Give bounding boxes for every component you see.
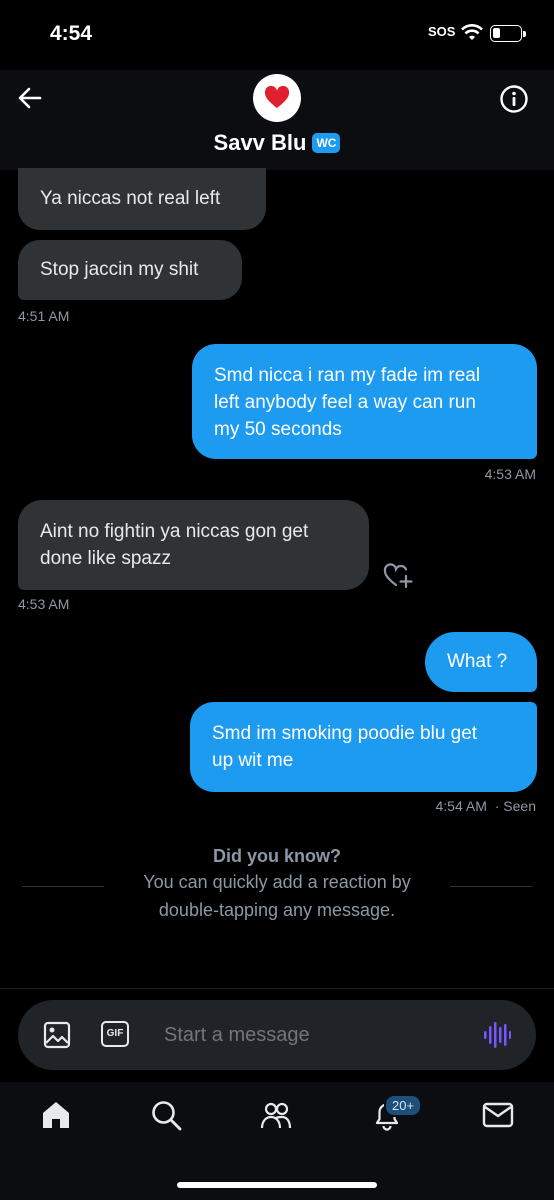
info-icon[interactable] <box>499 84 529 114</box>
status-sos: SOS <box>428 24 456 39</box>
message-text: Ya niccas not real left <box>40 188 221 209</box>
notifications-badge: 20+ <box>384 1094 423 1117</box>
messages-icon[interactable] <box>481 1098 515 1132</box>
search-icon[interactable] <box>149 1098 183 1132</box>
conversation-header: Savv Blu WC <box>0 70 554 170</box>
message-input[interactable]: Start a message <box>164 1020 464 1050</box>
message-text: What ? <box>447 651 508 672</box>
message-bubble-received[interactable]: Stop jaccin my shit <box>18 240 242 300</box>
contact-name-text: Savv Blu <box>213 130 307 155</box>
gif-icon[interactable]: GIF <box>101 1021 129 1047</box>
status-bar: 4:54 SOS <box>0 0 554 70</box>
message-text-line: Smd nicca i ran my fade im real <box>214 365 481 386</box>
tip-text-line: double-tapping any message. <box>158 900 396 920</box>
wifi-icon <box>461 24 483 40</box>
home-indicator <box>177 1182 377 1188</box>
seen-status: · Seen <box>494 798 536 814</box>
contact-name[interactable]: Savv Blu WC <box>0 130 554 156</box>
message-timestamp: 4:54 AM <box>435 798 487 814</box>
battery-icon <box>490 25 526 42</box>
message-bubble-sent[interactable]: Smd nicca i ran my fade im real left any… <box>192 344 537 459</box>
reaction-tip: Did you know? You can quickly add a reac… <box>0 846 554 923</box>
message-timestamp: 4:53 AM <box>18 596 70 612</box>
message-timestamp: 4:53 AM <box>484 466 536 482</box>
avatar[interactable] <box>253 74 301 122</box>
message-bubble-received[interactable]: Aint no fightin ya niccas gon get done l… <box>18 500 369 590</box>
message-text-line: my 50 seconds <box>214 419 342 440</box>
photo-icon[interactable] <box>42 1020 72 1050</box>
communities-icon[interactable] <box>259 1098 293 1132</box>
voice-message-icon[interactable] <box>483 1020 511 1050</box>
message-status: 4:54 AM · Seen <box>435 798 536 814</box>
home-icon[interactable] <box>39 1098 73 1132</box>
status-time: 4:54 <box>50 22 93 45</box>
message-text-line: Aint no fightin ya niccas gon get <box>40 521 309 542</box>
tip-title: Did you know? <box>213 846 341 866</box>
message-bubble-received[interactable]: Ya niccas not real left <box>18 168 266 230</box>
message-text: Stop jaccin my shit <box>40 259 199 280</box>
message-text-line: done like spazz <box>40 548 171 569</box>
heart-icon <box>264 86 290 108</box>
message-text-line: Smd im smoking poodie blu get <box>212 723 478 744</box>
message-text-line: left anybody feel a way can run <box>214 392 476 413</box>
message-text-line: up wit me <box>212 750 294 771</box>
back-arrow-icon[interactable] <box>16 84 44 112</box>
add-reaction-icon[interactable] <box>382 560 414 590</box>
wc-badge: WC <box>312 133 341 153</box>
message-timestamp: 4:51 AM <box>18 308 70 324</box>
message-bubble-sent[interactable]: Smd im smoking poodie blu get up wit me <box>190 702 537 792</box>
tip-text-line: You can quickly add a reaction by <box>143 872 411 892</box>
message-bubble-sent[interactable]: What ? <box>425 632 537 692</box>
